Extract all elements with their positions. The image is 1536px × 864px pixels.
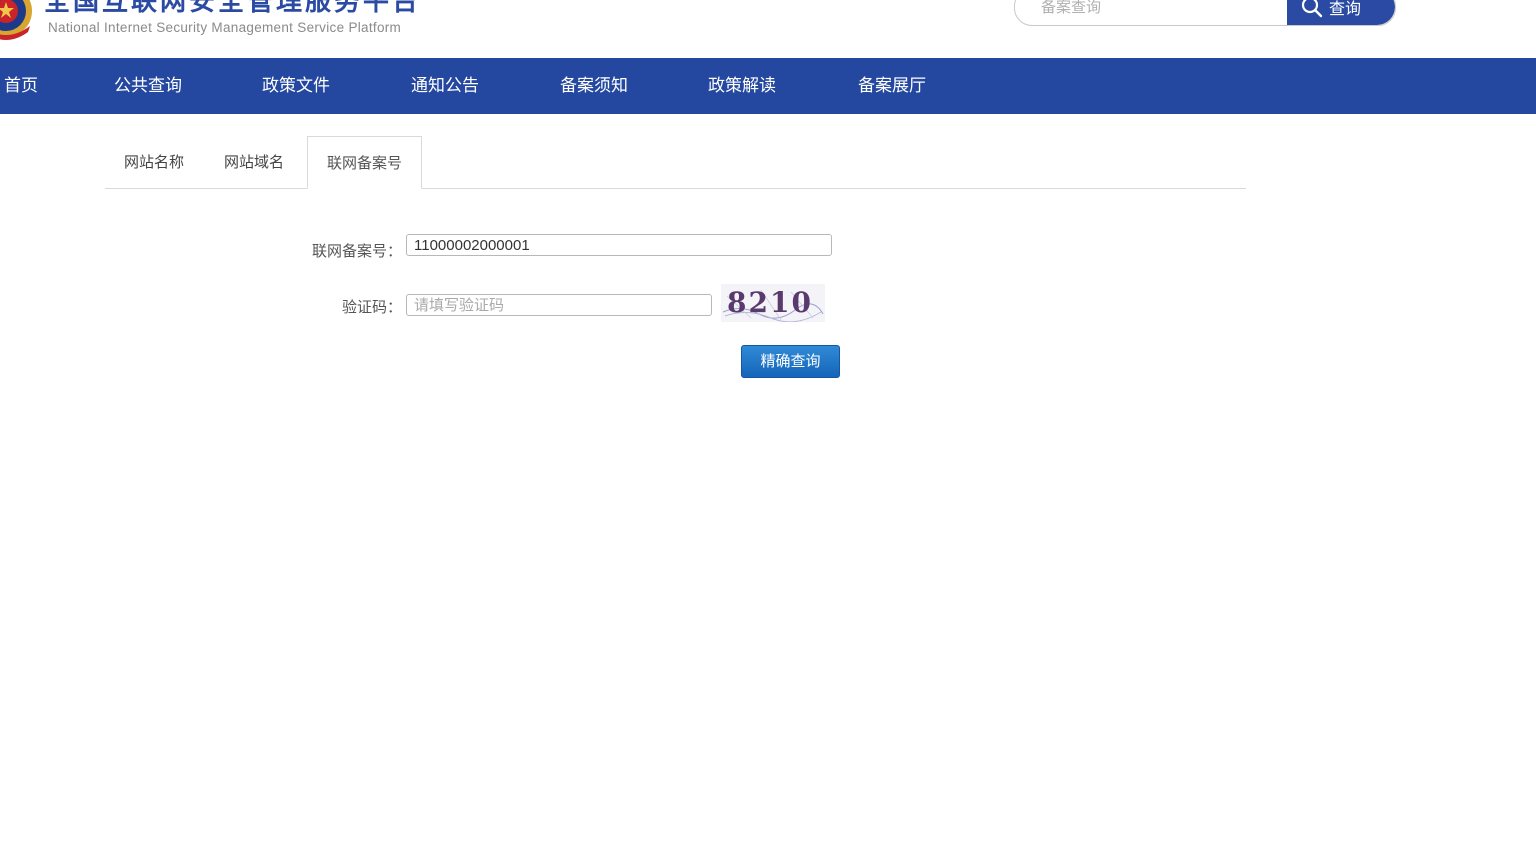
nav-item-policy-files[interactable]: 政策文件 — [262, 58, 330, 114]
exact-query-button[interactable]: 精确查询 — [741, 345, 840, 378]
header-search-input[interactable] — [1015, 0, 1287, 25]
query-tabs: 网站名称 网站域名 联网备案号 — [105, 136, 1246, 189]
record-number-input[interactable] — [406, 234, 832, 256]
police-emblem-icon — [0, 0, 34, 40]
tab-site-name[interactable]: 网站名称 — [105, 136, 203, 188]
nav-item-filing-hall[interactable]: 备案展厅 — [858, 58, 926, 114]
header-search-button-label: 查询 — [1329, 0, 1362, 18]
record-number-label: 联网备案号： — [311, 242, 402, 260]
nav-item-policy-interpretation[interactable]: 政策解读 — [708, 58, 776, 114]
tab-site-domain[interactable]: 网站域名 — [205, 136, 303, 188]
site-subtitle: National Internet Security Management Se… — [48, 20, 402, 35]
captcha-image-text: 8210 — [727, 286, 813, 319]
nav-item-public-query[interactable]: 公共查询 — [114, 58, 182, 114]
tab-record-number[interactable]: 联网备案号 — [307, 136, 422, 189]
search-icon — [1301, 0, 1323, 18]
header-search-button[interactable]: 查询 — [1287, 0, 1395, 25]
page: 全国互联网安全管理服务平台 National Internet Security… — [0, 0, 1536, 864]
nav-item-filing-guide[interactable]: 备案须知 — [560, 58, 628, 114]
captcha-image[interactable]: 8210 — [721, 284, 825, 322]
nav-item-home[interactable]: 首页 — [4, 58, 38, 114]
header: 全国互联网安全管理服务平台 National Internet Security… — [0, 0, 1536, 58]
main-nav: 首页 公共查询 政策文件 通知公告 备案须知 政策解读 备案展厅 — [0, 58, 1536, 114]
header-search: 查询 — [1014, 0, 1396, 26]
captcha-label: 验证码： — [341, 298, 402, 316]
nav-item-notices[interactable]: 通知公告 — [411, 58, 479, 114]
site-title: 全国互联网安全管理服务平台 — [44, 0, 422, 17]
captcha-input[interactable] — [406, 294, 712, 316]
